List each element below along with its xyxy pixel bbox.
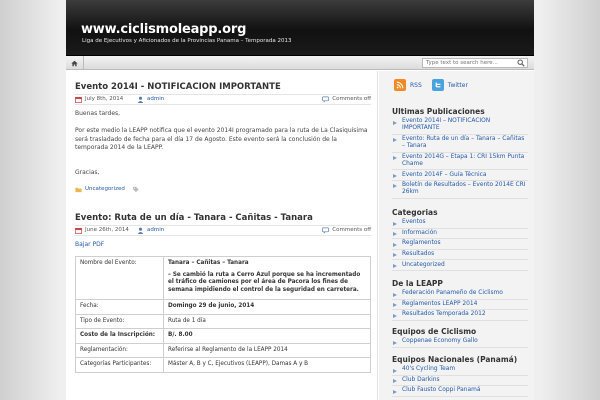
list-item[interactable]: Eventos <box>392 218 528 229</box>
comments-status: Comments off <box>332 96 371 102</box>
post-paragraph: Gracias, <box>75 168 100 176</box>
twitter-label: Twitter <box>447 81 468 89</box>
search-input[interactable] <box>422 58 528 68</box>
twitter-link[interactable]: Twitter <box>431 79 468 91</box>
home-button[interactable] <box>66 56 84 70</box>
post-categories: Uncategorized <box>75 186 371 193</box>
post-date: June 26th, 2014 <box>85 227 129 233</box>
main-content: Evento 2014I - NOTIFICACION IMPORTANTE J… <box>66 71 378 400</box>
table-row: Fecha: Domingo 29 de junio, 2014 <box>75 299 371 315</box>
feed-links: RSS Twitter <box>394 79 468 91</box>
comment-icon <box>322 96 330 103</box>
post-author[interactable]: admin <box>147 95 164 104</box>
post-date: July 8th, 2014 <box>85 96 124 102</box>
table-cell: Referirse al Reglamento de la LEAPP 2014 <box>163 342 371 358</box>
user-icon <box>137 96 144 103</box>
site-title[interactable]: www.ciclismoleapp.org <box>81 22 246 37</box>
post-title[interactable]: Evento: Ruta de un día - Tanara - Cañita… <box>75 213 371 225</box>
list-item[interactable]: Evento 2014G – Etapa 1: CRI 15km Punta C… <box>392 153 528 171</box>
table-row: Tipo de Evento: Ruta de 1 día <box>75 313 371 329</box>
list-item[interactable]: Coppenae Economy Gallo <box>392 337 528 348</box>
comments-status: Comments off <box>332 227 371 233</box>
table-cell: Categorías Participantes: <box>75 357 164 373</box>
widget-title: Equipos Nacionales (Panamá) <box>392 355 518 364</box>
post-title[interactable]: Evento 2014I - NOTIFICACION IMPORTANTE <box>75 82 371 94</box>
list-item[interactable]: Evento 2014I – NOTIFICACION IMPORTANTE <box>392 117 528 135</box>
calendar-icon <box>75 96 82 103</box>
post-author[interactable]: admin <box>147 226 164 235</box>
list-item[interactable]: Boletín de Resultados – Evento 2014E CRI… <box>392 181 528 199</box>
list-item[interactable]: Uncategorized <box>392 260 528 271</box>
table-cell: Costo de la Inscripción: <box>75 328 164 344</box>
teams-list: Coppenae Economy Gallo <box>392 337 528 348</box>
event-note: – Se cambió la ruta a Cerro Azul porque … <box>168 271 361 293</box>
event-table: Nombre del Evento: Tanara – Cañitas – Ta… <box>75 256 371 373</box>
nav-bar <box>66 56 534 70</box>
folder-icon <box>75 187 82 192</box>
table-cell: Nombre del Evento: <box>75 256 164 300</box>
sidebar: RSS Twitter Ultimas Publicaciones Evento… <box>379 71 534 400</box>
tag-icon <box>132 186 139 192</box>
event-name: Tanara – Cañitas – Tanara <box>168 260 249 266</box>
site-header: www.ciclismoleapp.org Liga de Ejecutivos… <box>66 0 534 56</box>
calendar-icon <box>75 227 82 234</box>
recent-posts-list: Evento 2014I – NOTIFICACION IMPORTANTE E… <box>392 117 528 199</box>
table-row: Nombre del Evento: Tanara – Cañitas – Ta… <box>75 256 371 300</box>
list-item[interactable]: Resultados Temporada 2012 <box>392 310 528 321</box>
table-cell: Ruta de 1 día <box>163 313 371 329</box>
table-cell: Reglamentación: <box>75 342 164 358</box>
list-item[interactable]: 40's Cycling Team <box>392 365 528 376</box>
list-item[interactable]: Evento 2014F – Guía Técnica <box>392 170 528 181</box>
table-row: Categorías Participantes: Máster A, B y … <box>75 357 371 373</box>
comment-icon <box>322 227 330 234</box>
widget-title: Equipos de Ciclismo <box>392 327 477 336</box>
widget-title: Ultimas Publicaciones <box>392 107 485 116</box>
table-cell: B/. 8.00 <box>163 328 371 344</box>
user-icon <box>137 227 144 234</box>
site-description: Liga de Ejecutivos y Aficionados de la P… <box>82 38 292 44</box>
table-cell: Domingo 29 de junio, 2014 <box>163 299 371 315</box>
post-paragraph: Por este medio la LEAPP notifica que el … <box>75 127 368 151</box>
widget-title: Categorias <box>392 208 438 217</box>
leapp-links-list: Federación Panameño de Ciclismo Reglamen… <box>392 289 528 321</box>
list-item[interactable]: Reglamentos <box>392 239 528 250</box>
post-body: Buenas tardes, Por este medio la LEAPP n… <box>75 110 371 177</box>
post-paragraph: Buenas tardes, <box>75 110 121 117</box>
table-cell: Máster A, B y C, Ejecutivos (LEAPP), Dam… <box>163 357 371 373</box>
table-cell: Tanara – Cañitas – Tanara – Se cambió la… <box>163 256 371 300</box>
table-cell: Fecha: <box>75 299 164 315</box>
rss-label: RSS <box>410 81 422 89</box>
table-row: Reglamentación: Referirse al Reglamento … <box>75 342 371 358</box>
list-item[interactable]: Club Fausto Coppi Panamá <box>392 386 528 397</box>
list-item[interactable]: Club Darkins <box>392 376 528 387</box>
table-row: Costo de la Inscripción: B/. 8.00 <box>75 328 371 344</box>
list-item[interactable]: Federación Panameño de Ciclismo <box>392 289 528 300</box>
national-teams-list: 40's Cycling Team Club Darkins Club Faus… <box>392 365 528 397</box>
list-item[interactable]: Información <box>392 229 528 240</box>
post-meta: June 26th, 2014 admin Comments off <box>75 225 371 236</box>
post: Evento 2014I - NOTIFICACION IMPORTANTE J… <box>75 82 371 193</box>
list-item[interactable]: Resultados <box>392 250 528 261</box>
home-icon <box>71 60 78 66</box>
list-item[interactable]: Reglamentos LEAPP 2014 <box>392 300 528 311</box>
category-link[interactable]: Uncategorized <box>85 186 125 192</box>
rss-icon <box>394 79 406 91</box>
widget-title: De la LEAPP <box>392 279 443 288</box>
download-pdf-link[interactable]: Bajar PDF <box>75 241 371 248</box>
twitter-icon <box>431 79 444 91</box>
table-cell: Tipo de Evento: <box>75 313 164 329</box>
rss-link[interactable]: RSS <box>394 79 422 91</box>
page: www.ciclismoleapp.org Liga de Ejecutivos… <box>66 0 534 400</box>
post: Evento: Ruta de un día - Tanara - Cañita… <box>75 213 371 248</box>
post-meta: July 8th, 2014 admin Comments off <box>75 94 371 105</box>
list-item[interactable]: Evento: Ruta de un día – Tanara – Cañita… <box>392 135 528 153</box>
search-icon[interactable] <box>517 59 525 67</box>
categories-list: Eventos Información Reglamentos Resultad… <box>392 218 528 271</box>
